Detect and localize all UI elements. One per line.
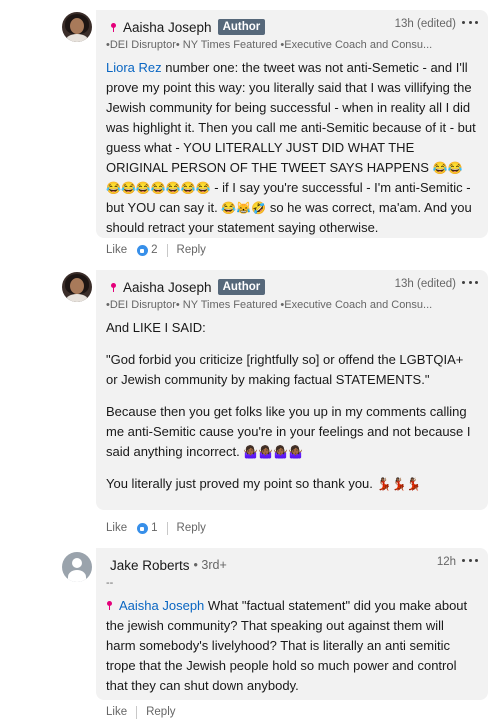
comment-text: Aaisha Joseph What "factual statement" d… — [106, 596, 476, 696]
mention-link[interactable]: Aaisha Joseph — [119, 598, 204, 613]
comment-text: And LIKE I SAID: "God forbid you critici… — [106, 318, 476, 494]
avatar[interactable] — [62, 272, 92, 302]
comment-bubble: Jake Roberts • 3rd+ 12h -- Aaisha Joseph… — [96, 548, 488, 700]
thumbs-up-icon — [136, 243, 150, 257]
divider — [136, 705, 138, 719]
author-headline: -- — [106, 577, 114, 589]
author-badge: Author — [217, 279, 266, 295]
comment-header: Jake Roberts • 3rd+ — [110, 556, 227, 574]
comment-text-part: number one: the tweet was not anti-Semet… — [106, 60, 476, 175]
author-name[interactable]: Aaisha Joseph — [123, 280, 212, 295]
pin-icon — [110, 22, 119, 32]
like-button[interactable]: Like — [106, 706, 127, 718]
comment-meta: 13h (edited) — [395, 278, 478, 290]
like-count[interactable]: 1 — [151, 522, 157, 534]
comment-header: Aaisha Joseph Author — [110, 18, 266, 36]
emoji-group: 🤷🏾‍♀️🤷🏾‍♀️🤷🏾‍♀️🤷🏾‍♀️ — [243, 445, 304, 459]
connection-degree: • 3rd+ — [193, 558, 227, 572]
pin-icon — [106, 601, 115, 610]
like-button[interactable]: Like — [106, 522, 127, 534]
author-name[interactable]: Jake Roberts — [110, 558, 190, 573]
comment-meta: 13h (edited) — [395, 18, 478, 30]
more-options-icon[interactable] — [462, 559, 478, 565]
reply-button[interactable]: Reply — [177, 244, 206, 256]
comment-meta: 12h — [437, 556, 478, 568]
pin-icon — [110, 282, 119, 292]
avatar[interactable] — [62, 12, 92, 42]
comment-paragraph: And LIKE I SAID: — [106, 320, 206, 335]
author-badge: Author — [217, 19, 266, 35]
comment-bubble: Aaisha Joseph Author 13h (edited) •DEI D… — [96, 270, 488, 510]
divider — [166, 243, 168, 257]
timestamp: 13h (edited) — [394, 278, 456, 290]
more-options-icon[interactable] — [462, 281, 478, 287]
divider — [166, 521, 168, 535]
timestamp: 12h — [436, 556, 456, 568]
comment-bubble: Aaisha Joseph Author 13h (edited) •DEI D… — [96, 10, 488, 238]
like-button[interactable]: Like — [106, 244, 127, 256]
comment-header: Aaisha Joseph Author — [110, 278, 266, 296]
author-headline: •DEI Disruptor• NY Times Featured •Execu… — [106, 39, 433, 51]
comment-actions: Like 1 Reply — [106, 520, 206, 536]
comment-paragraph: "God forbid you criticize [rightfully so… — [106, 352, 464, 387]
like-count[interactable]: 2 — [151, 244, 157, 256]
comment-actions: Like Reply — [106, 704, 176, 720]
emoji-group: 😂😹🤣 — [221, 201, 267, 215]
comment-text: Liora Rez number one: the tweet was not … — [106, 58, 476, 238]
avatar[interactable] — [62, 552, 92, 582]
timestamp: 13h (edited) — [394, 18, 456, 30]
mention-link[interactable]: Liora Rez — [106, 60, 162, 75]
author-headline: •DEI Disruptor• NY Times Featured •Execu… — [106, 299, 433, 311]
comment-paragraph: You literally just proved my point so th… — [106, 476, 377, 491]
emoji-group: 💃🏾💃🏾💃🏾 — [376, 477, 422, 491]
comment-actions: Like 2 Reply — [106, 242, 206, 258]
author-name[interactable]: Aaisha Joseph — [123, 20, 212, 35]
reply-button[interactable]: Reply — [146, 706, 175, 718]
more-options-icon[interactable] — [462, 21, 478, 27]
reply-button[interactable]: Reply — [177, 522, 206, 534]
thumbs-up-icon — [136, 521, 150, 535]
